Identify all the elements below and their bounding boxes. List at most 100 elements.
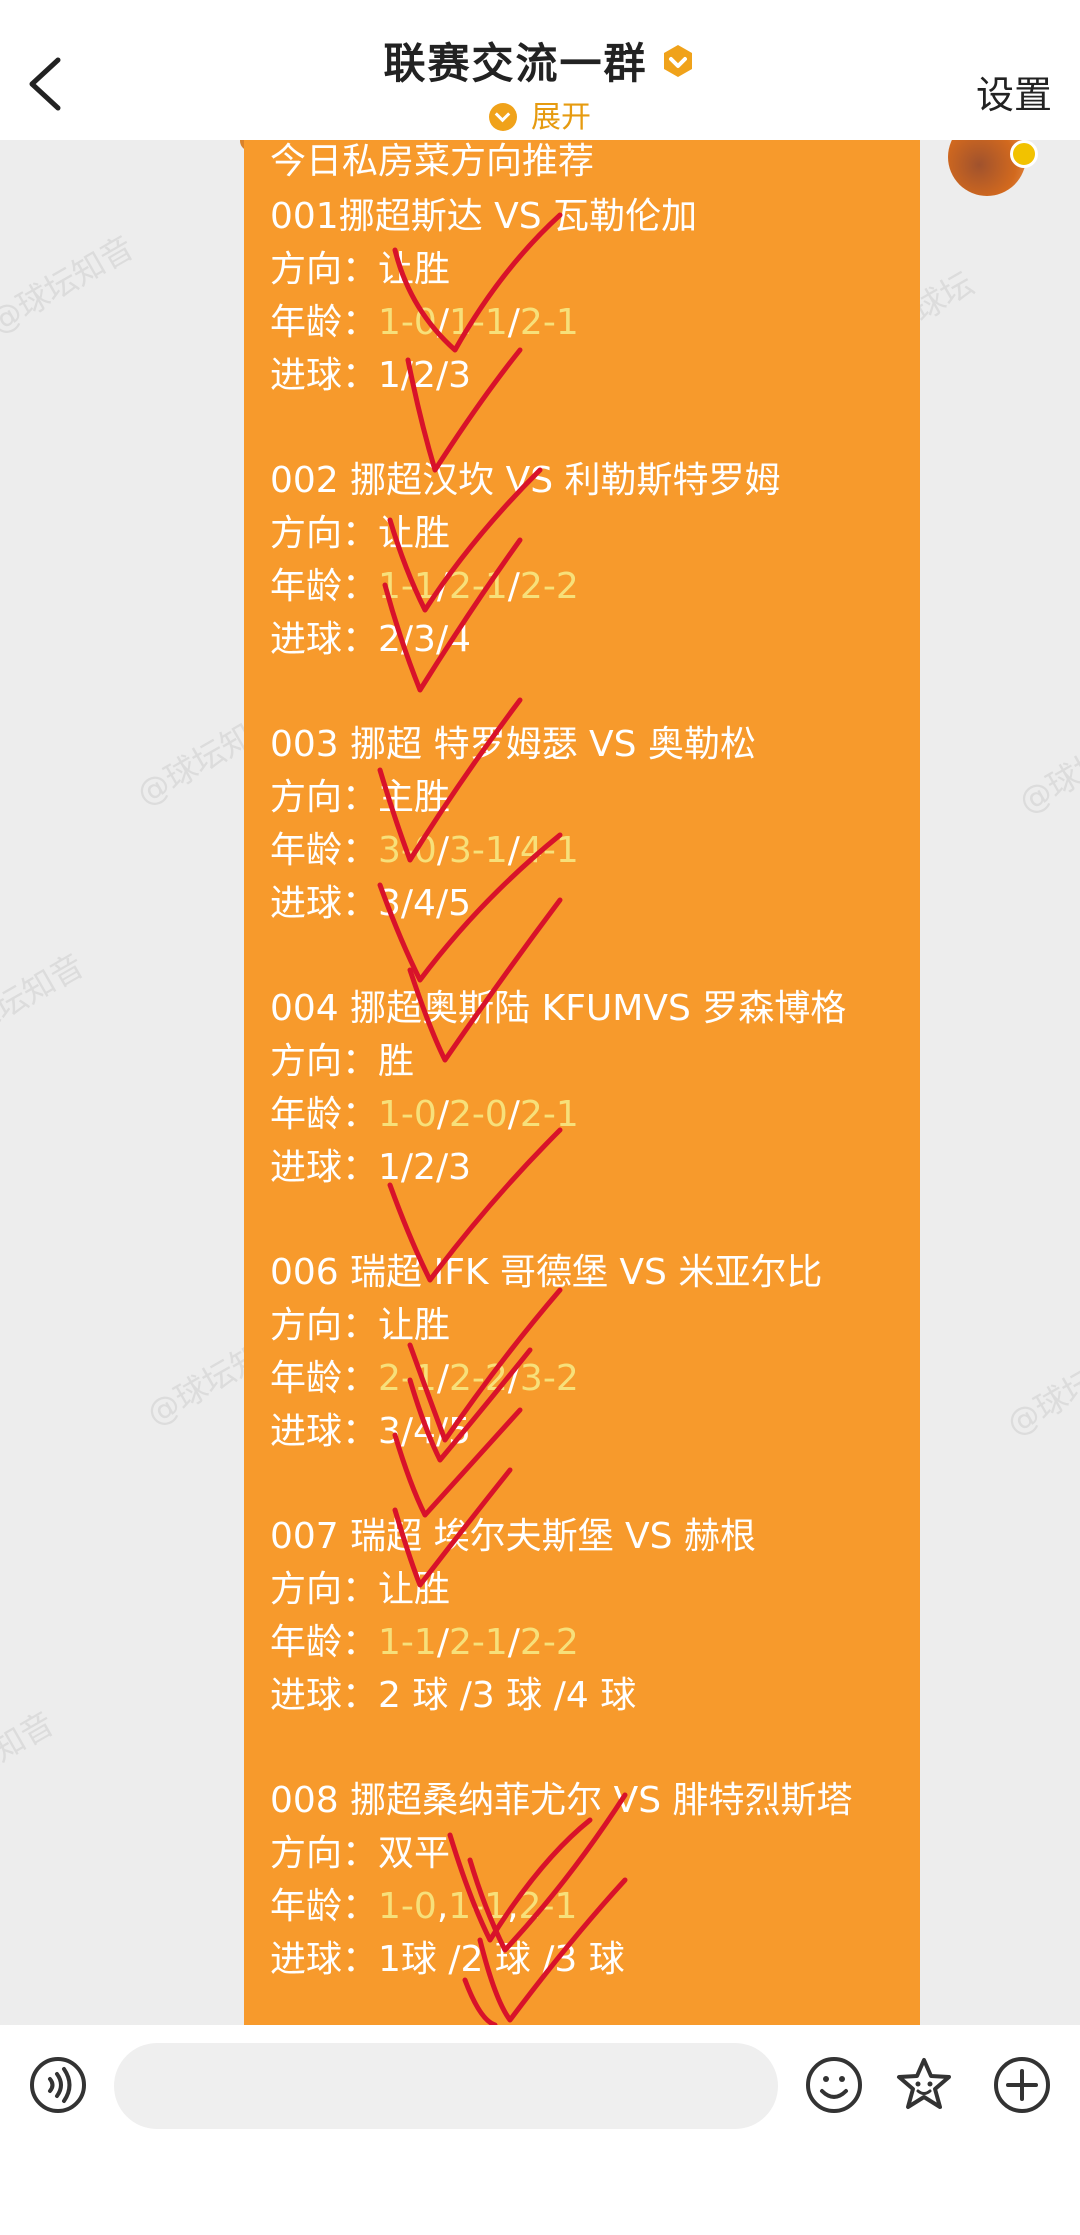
text-span: 2 球 /3 球 /4 球 [378, 1675, 637, 1716]
text-span: 年龄： [270, 1886, 379, 1927]
text-span: / [507, 830, 520, 871]
age-row: 年龄：1-0/2-0/2-1 [270, 1093, 579, 1137]
plus-icon[interactable] [992, 2055, 1052, 2115]
text-span: 003 挪超 特罗姆瑟 VS 奥勒松 [270, 724, 756, 765]
text-span: 004 挪超奥斯陆 KFUMVS 罗森博格 [270, 988, 847, 1029]
goals-row: 进球：2 球 /3 球 /4 球 [270, 1674, 636, 1718]
score-value: 2-0 [448, 1094, 508, 1135]
text-span: , [507, 1886, 519, 1927]
text-span: / [507, 1094, 520, 1135]
text-span: 年龄： [270, 302, 379, 343]
age-row: 年龄：1-0,1-1,2-1 [270, 1885, 577, 1929]
text-span: 1/2/3 [378, 1147, 471, 1188]
score-value: 1-0 [378, 1094, 437, 1135]
match-title: 008 挪超桑纳菲尤尔 VS 腓特烈斯塔 [270, 1779, 853, 1823]
text-span: 进球： [270, 1411, 379, 1452]
text-span: / [507, 302, 520, 343]
sticker-icon[interactable] [894, 2055, 954, 2115]
text-span: 让胜 [378, 1305, 451, 1346]
text-span: 让胜 [378, 1569, 451, 1610]
text-span: 进球： [270, 1147, 379, 1188]
text-span: 进球： [270, 1939, 379, 1980]
text-span: / [507, 566, 520, 607]
text-span: 年龄： [270, 1358, 379, 1399]
match-title: 003 挪超 特罗姆瑟 VS 奥勒松 [270, 723, 756, 767]
score-value: 2-1 [378, 1358, 437, 1399]
chat-area[interactable]: @球坛知音 球坛知音 @球坛知 @球坛知音 @球坛知 坛知音 @球坛知 @球坛 … [0, 140, 1080, 2025]
watermark: @球坛知音 [0, 228, 140, 342]
text-span: 胜 [378, 1041, 415, 1082]
text-span: 主胜 [378, 777, 451, 818]
text-span: 008 挪超桑纳菲尤尔 VS 腓特烈斯塔 [270, 1780, 853, 1821]
score-value: 1-1 [448, 302, 508, 343]
direction-row: 方向：让胜 [270, 248, 450, 292]
score-value: 2-1 [519, 302, 579, 343]
score-value: 1-1 [378, 566, 437, 607]
goals-row: 进球：2/3/4 [270, 618, 471, 662]
text-span: , [436, 1886, 449, 1927]
score-value: 3-0 [378, 830, 437, 871]
goals-row: 进球：3/4/5 [270, 882, 471, 926]
vip-badge-icon [663, 44, 692, 77]
text-span: 3/4/5 [378, 883, 471, 924]
direction-row: 方向：让胜 [270, 1304, 450, 1348]
score-value: 2-2 [519, 1622, 579, 1663]
age-row: 年龄：3-0/3-1/4-1 [270, 829, 579, 873]
score-value: 1-0 [378, 302, 437, 343]
direction-row: 方向：让胜 [270, 512, 450, 556]
score-value: 2-1 [519, 1094, 579, 1135]
direction-row: 方向：让胜 [270, 1568, 450, 1612]
goals-row: 进球：1/2/3 [270, 1146, 471, 1190]
score-value: 4-1 [519, 830, 579, 871]
text-span: 方向： [270, 1569, 379, 1610]
text-span: 001挪超斯达 VS 瓦勒伦加 [270, 196, 698, 237]
emoji-icon[interactable] [804, 2055, 864, 2115]
chat-title[interactable]: 联赛交流一群 [383, 39, 647, 88]
score-value: 1-1 [448, 1886, 508, 1927]
score-value: 2-1 [518, 1886, 578, 1927]
text-span: 进球： [270, 355, 379, 396]
text-span: / [436, 1622, 449, 1663]
settings-button[interactable]: 设置 [976, 64, 1052, 119]
text-span: 方向： [270, 1305, 379, 1346]
goals-row: 进球：1球 /2 球 /3 球 [270, 1938, 625, 1982]
expand-chevron-icon [489, 102, 517, 131]
text-span: 3/4/5 [378, 1411, 471, 1452]
watermark: @球坛知 [1000, 1346, 1080, 1444]
text-span: 进球： [270, 619, 379, 660]
message-input[interactable] [114, 2043, 778, 2129]
text-span: / [436, 1358, 449, 1399]
text-span: 年龄： [270, 566, 379, 607]
text-span: 年龄： [270, 1094, 379, 1135]
goals-row: 进球：1/2/3 [270, 354, 471, 398]
watermark: @球坛知 [130, 716, 260, 814]
expand-toggle[interactable]: 展开 [0, 92, 1080, 136]
watermark: @球坛知音 [1012, 708, 1080, 822]
age-row: 年龄：1-0/1-1/2-1 [270, 301, 579, 345]
text-span: / [507, 1358, 520, 1399]
text-span: 方向： [270, 1041, 379, 1082]
score-value: 2-1 [448, 1622, 508, 1663]
goals-row: 进球：3/4/5 [270, 1410, 471, 1454]
score-value: 2-1 [448, 566, 508, 607]
voice-icon[interactable] [28, 2055, 88, 2115]
message-intro: 今日私房菜方向推荐 [270, 141, 595, 182]
score-value: 2-2 [448, 1358, 508, 1399]
score-value: 3-2 [519, 1358, 579, 1399]
text-span: 方向： [270, 249, 379, 290]
age-row: 年龄：1-1/2-1/2-2 [270, 1621, 579, 1665]
direction-row: 方向：主胜 [270, 776, 450, 820]
text-span: 年龄： [270, 1622, 379, 1663]
text-span: 进球： [270, 1675, 379, 1716]
text-span: 方向： [270, 513, 379, 554]
score-value: 1-0 [378, 1886, 437, 1927]
match-title: 007 瑞超 埃尔夫斯堡 VS 赫根 [270, 1515, 756, 1559]
direction-row: 方向：胜 [270, 1040, 414, 1084]
text-span: 1球 /2 球 /3 球 [378, 1939, 625, 1980]
text-span: 让胜 [378, 513, 451, 554]
verified-badge-icon [1010, 140, 1038, 168]
text-span: 002 挪超汉坎 VS 利勒斯特罗姆 [270, 460, 781, 501]
text-span: 进球： [270, 883, 379, 924]
text-span: / [436, 566, 449, 607]
score-value: 2-2 [519, 566, 579, 607]
